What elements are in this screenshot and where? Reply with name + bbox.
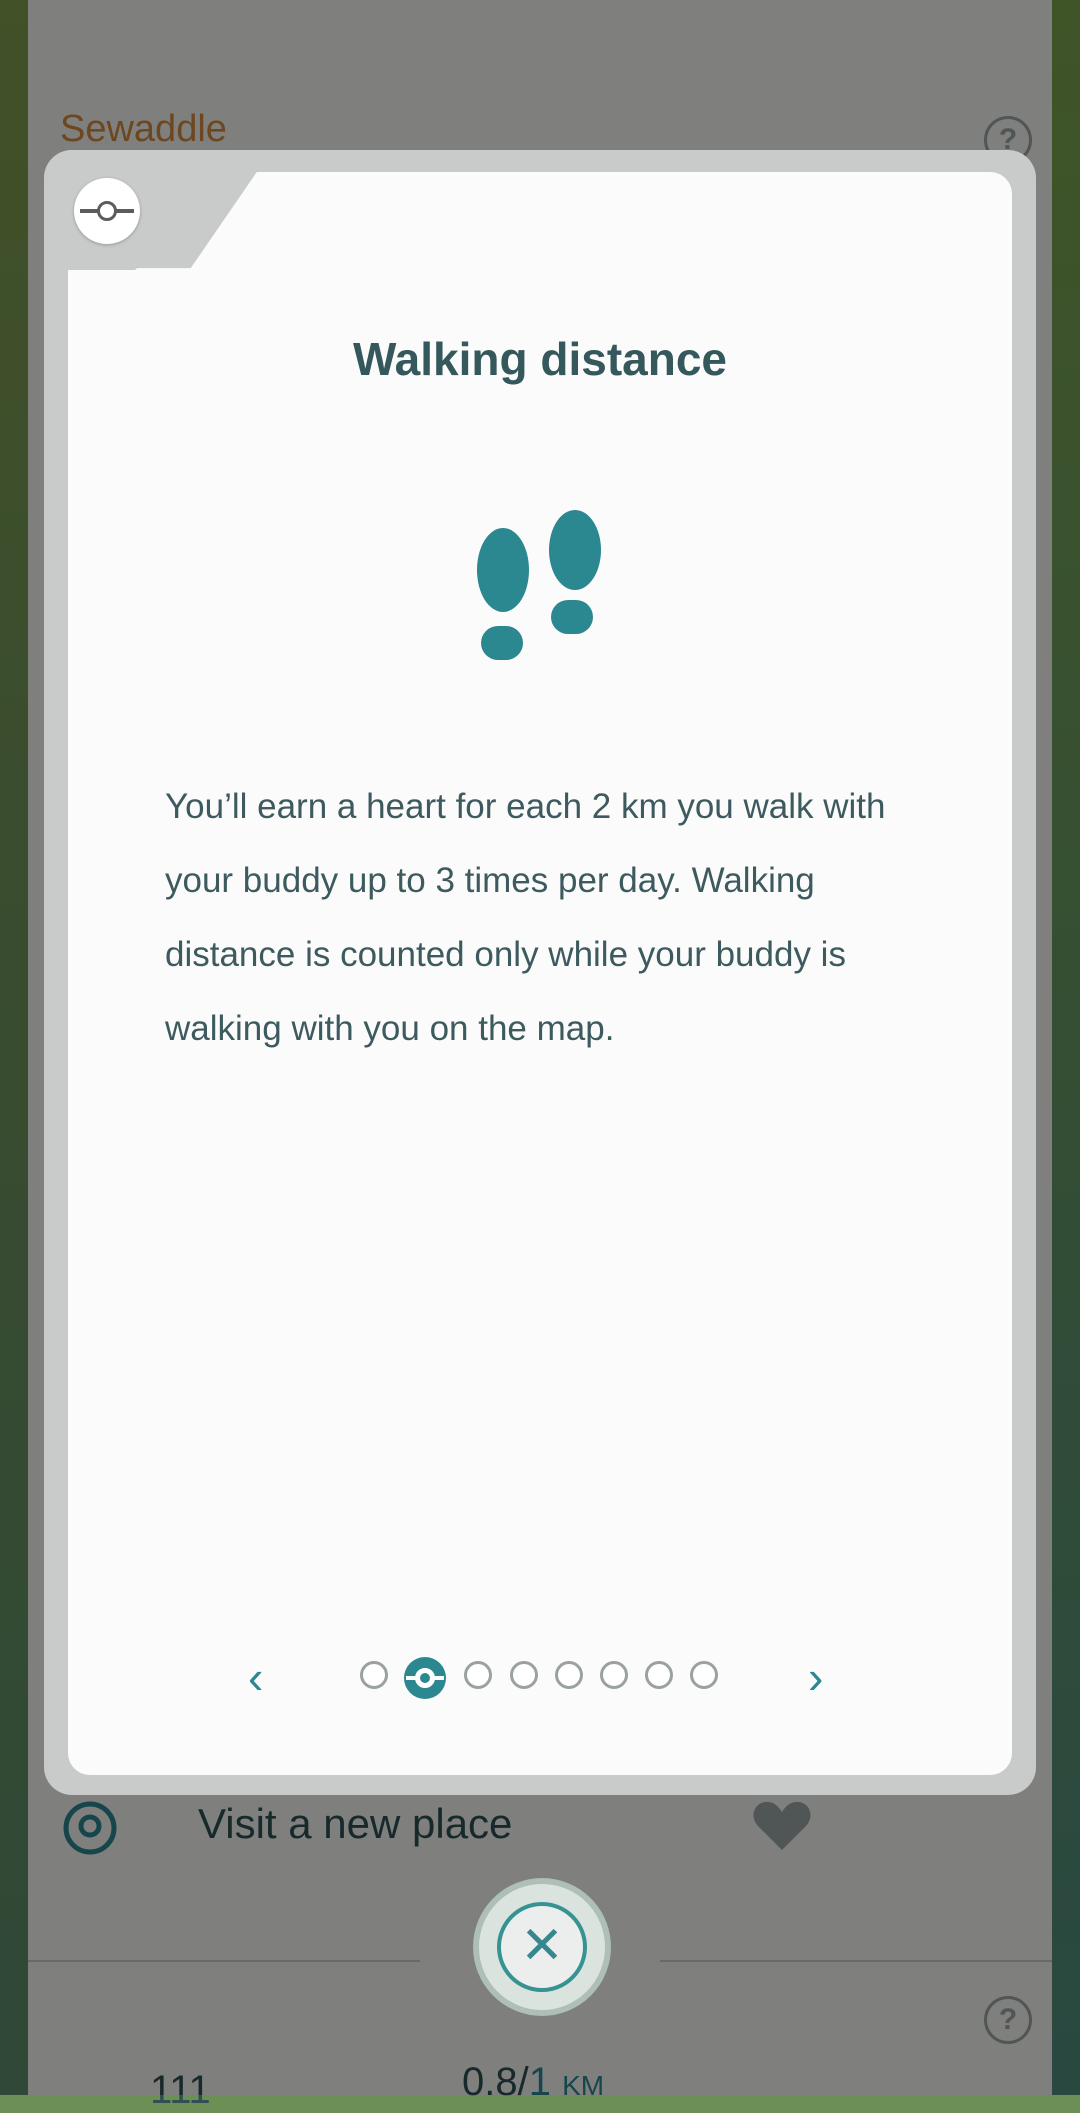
close-icon-front[interactable]: ✕ xyxy=(497,1902,587,1992)
previous-page-button[interactable]: ‹ xyxy=(248,1652,263,1702)
next-page-button[interactable]: › xyxy=(808,1652,823,1702)
page-dot-5[interactable] xyxy=(555,1661,583,1689)
page-dot-3[interactable] xyxy=(464,1661,492,1689)
page-dot-8[interactable] xyxy=(690,1661,718,1689)
close-button-front[interactable]: ✕ xyxy=(473,1878,611,2016)
page-dot-2-active[interactable] xyxy=(404,1657,446,1699)
page-dot-6[interactable] xyxy=(600,1661,628,1689)
footsteps-icon xyxy=(477,510,601,660)
page-dot-7[interactable] xyxy=(645,1661,673,1689)
pager: ‹ › xyxy=(68,1652,1012,1702)
pokeball-icon xyxy=(74,178,140,244)
page-dot-4[interactable] xyxy=(510,1661,538,1689)
dialog-title: Walking distance xyxy=(352,333,728,385)
page-dot-1[interactable] xyxy=(360,1661,388,1689)
dialog-body: You’ll earn a heart for each 2 km you wa… xyxy=(165,787,886,1048)
